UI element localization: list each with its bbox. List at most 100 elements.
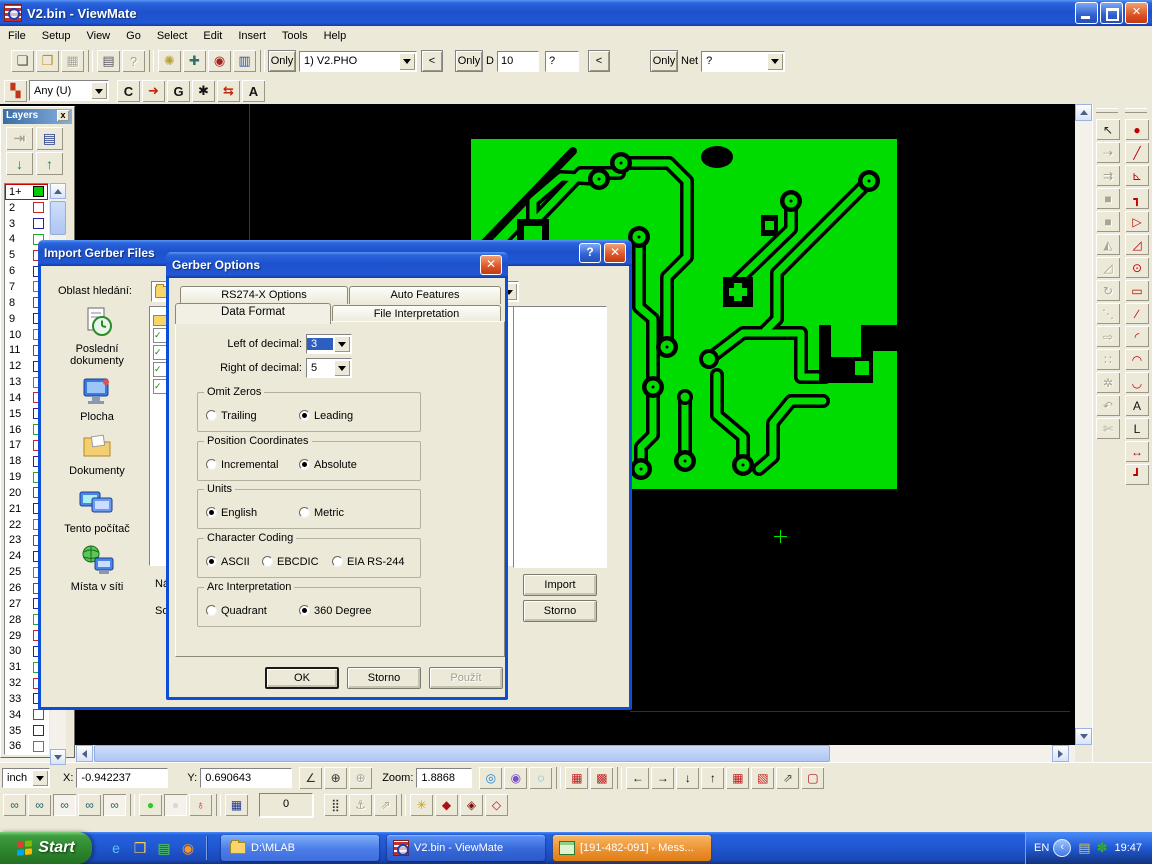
- layer-color-swatch[interactable]: [33, 218, 44, 229]
- gerber-file-icon[interactable]: [153, 345, 167, 360]
- select-arrow-tool[interactable]: ↖: [1096, 119, 1120, 140]
- draw-curve-up-tool[interactable]: ◠: [1125, 349, 1149, 370]
- gerber-file-icon[interactable]: [153, 362, 167, 377]
- close-button[interactable]: ✕: [1125, 2, 1148, 24]
- layer-color-swatch[interactable]: [33, 202, 44, 213]
- gerber-dialog-close-icon[interactable]: ✕: [480, 255, 502, 275]
- layer-color-swatch[interactable]: [33, 725, 44, 736]
- horizontal-scroll-thumb[interactable]: [94, 745, 830, 762]
- flash-origin-button[interactable]: ✳: [410, 794, 433, 816]
- layer-select-arrow-icon[interactable]: [399, 53, 415, 70]
- probe-pin-button[interactable]: ♁: [189, 794, 212, 816]
- layer-up-button[interactable]: ↑: [36, 152, 63, 175]
- layer-on-bulb-button[interactable]: ●: [139, 794, 162, 816]
- menu-help[interactable]: Help: [316, 28, 355, 44]
- taskbar-task-viewmate[interactable]: V2.bin - ViewMate: [387, 835, 545, 861]
- menu-tools[interactable]: Tools: [274, 28, 316, 44]
- import-cancel-button[interactable]: Storno: [523, 600, 597, 622]
- layer-row-2[interactable]: 2: [5, 200, 48, 216]
- goto-mode-button[interactable]: ➜: [142, 80, 165, 102]
- cancel-button[interactable]: Storno: [347, 667, 421, 689]
- radio-absolute[interactable]: [299, 459, 310, 470]
- dictionary-quicklaunch-icon[interactable]: ▤: [153, 837, 175, 859]
- tab-auto-features[interactable]: Auto Features: [349, 286, 501, 304]
- dcode-input[interactable]: 10: [497, 51, 539, 72]
- vertical-scrollbar[interactable]: [1075, 104, 1092, 745]
- only-dcode-button[interactable]: Only: [455, 50, 483, 72]
- tile-windows-button[interactable]: ▦: [225, 794, 248, 816]
- pan-down-button[interactable]: ↓: [676, 767, 699, 789]
- radio-eia-rs244[interactable]: [332, 556, 343, 567]
- flash-area-button[interactable]: ◇: [485, 794, 508, 816]
- radio-quadrant[interactable]: [206, 605, 217, 616]
- select-area-button[interactable]: ▢: [801, 767, 824, 789]
- tab-rs274x-options[interactable]: RS274-X Options: [180, 286, 348, 304]
- left-of-decimal-select[interactable]: 3: [306, 334, 352, 354]
- place-network[interactable]: Místa v síti: [49, 544, 145, 593]
- units-select[interactable]: inch: [2, 768, 50, 788]
- gerber-mode-button[interactable]: G: [167, 80, 190, 102]
- stretch-view-button[interactable]: ⇗: [776, 767, 799, 789]
- only-net-button[interactable]: Only: [650, 50, 678, 72]
- swap-mode-button[interactable]: ⇆: [217, 80, 240, 102]
- units-arrow-icon[interactable]: [32, 770, 48, 786]
- gerber-dialog-titlebar[interactable]: Gerber Options ✕: [166, 252, 508, 278]
- import-dialog-help-button[interactable]: ?: [579, 243, 601, 263]
- tray-collapse-icon[interactable]: ‹: [1053, 839, 1071, 857]
- pad-mode-button[interactable]: ✱: [192, 80, 215, 102]
- firefox-quicklaunch-icon[interactable]: ◉: [177, 837, 199, 859]
- selection-filter-arrow-icon[interactable]: [91, 82, 107, 99]
- grid-offset-button[interactable]: ▧: [751, 767, 774, 789]
- draw-arc-tool[interactable]: ◜: [1125, 326, 1149, 347]
- menu-go[interactable]: Go: [118, 28, 149, 44]
- components-mode-button[interactable]: C: [117, 80, 140, 102]
- grid-full-button[interactable]: ▦: [565, 767, 588, 789]
- open-file-button[interactable]: ❒: [36, 50, 59, 72]
- origin-crosshair-button[interactable]: ⊕: [324, 767, 347, 789]
- restore-button[interactable]: [1100, 2, 1123, 24]
- zoom-in-button[interactable]: ◎: [479, 767, 502, 789]
- net-select-arrow-icon[interactable]: [767, 53, 783, 70]
- radio-360-degree[interactable]: [299, 605, 310, 616]
- import-button[interactable]: Import: [523, 574, 597, 596]
- layer-colors-button[interactable]: ▥: [233, 50, 256, 72]
- layer-color-swatch[interactable]: [33, 186, 44, 197]
- layer-color-swatch[interactable]: [33, 741, 44, 752]
- layer-row-35[interactable]: 35: [5, 723, 48, 739]
- menu-setup[interactable]: Setup: [34, 28, 79, 44]
- place-recent-documents[interactable]: Poslední dokumenty: [49, 306, 145, 367]
- angle-measure-button[interactable]: ∠: [299, 767, 322, 789]
- selected-files-list[interactable]: [513, 306, 607, 568]
- layers-panel-titlebar[interactable]: Layers x: [3, 109, 72, 124]
- left-of-decimal-arrow-icon[interactable]: [334, 336, 350, 352]
- place-desktop[interactable]: Plocha: [49, 376, 145, 423]
- view-all-objects-button[interactable]: ∞: [3, 794, 26, 816]
- y-coordinate-field[interactable]: 0.690643: [200, 768, 292, 788]
- x-coordinate-field[interactable]: -0.942237: [76, 768, 168, 788]
- minimize-button[interactable]: [1075, 2, 1098, 24]
- menu-file[interactable]: File: [0, 28, 34, 44]
- place-my-computer[interactable]: Tento počítač: [49, 486, 145, 535]
- radio-metric[interactable]: [299, 507, 310, 518]
- layer-scroll-down-button[interactable]: [50, 749, 66, 765]
- taskbar-task-messenger[interactable]: [191-482-091] - Mess...: [553, 835, 711, 861]
- draw-rectangle-tool[interactable]: ▭: [1125, 280, 1149, 301]
- ie-quicklaunch-icon[interactable]: e: [105, 837, 127, 859]
- place-documents[interactable]: Dokumenty: [49, 432, 145, 477]
- draw-oblique-line-tool[interactable]: ∕: [1125, 303, 1149, 324]
- component-select-button[interactable]: ✚: [183, 50, 206, 72]
- only-layer-button[interactable]: Only: [268, 50, 296, 72]
- draw-text-tool[interactable]: A: [1125, 395, 1149, 416]
- scroll-up-button[interactable]: [1075, 104, 1092, 121]
- dcode-query-input[interactable]: ?: [545, 51, 579, 72]
- radio-leading[interactable]: [299, 410, 310, 421]
- draw-corner-path-tool[interactable]: ┓: [1125, 188, 1149, 209]
- radio-incremental[interactable]: [206, 459, 217, 470]
- highlight-flash-button[interactable]: ✺: [158, 50, 181, 72]
- messenger-tray-icon[interactable]: ✽: [1097, 840, 1108, 856]
- prev-dcode-button[interactable]: <: [588, 50, 610, 72]
- horizontal-scrollbar[interactable]: [0, 745, 1075, 762]
- selection-filter-icon-button[interactable]: ▚: [4, 80, 27, 102]
- radio-ascii[interactable]: [206, 556, 217, 567]
- draw-angle-arc-tool[interactable]: ▷: [1125, 211, 1149, 232]
